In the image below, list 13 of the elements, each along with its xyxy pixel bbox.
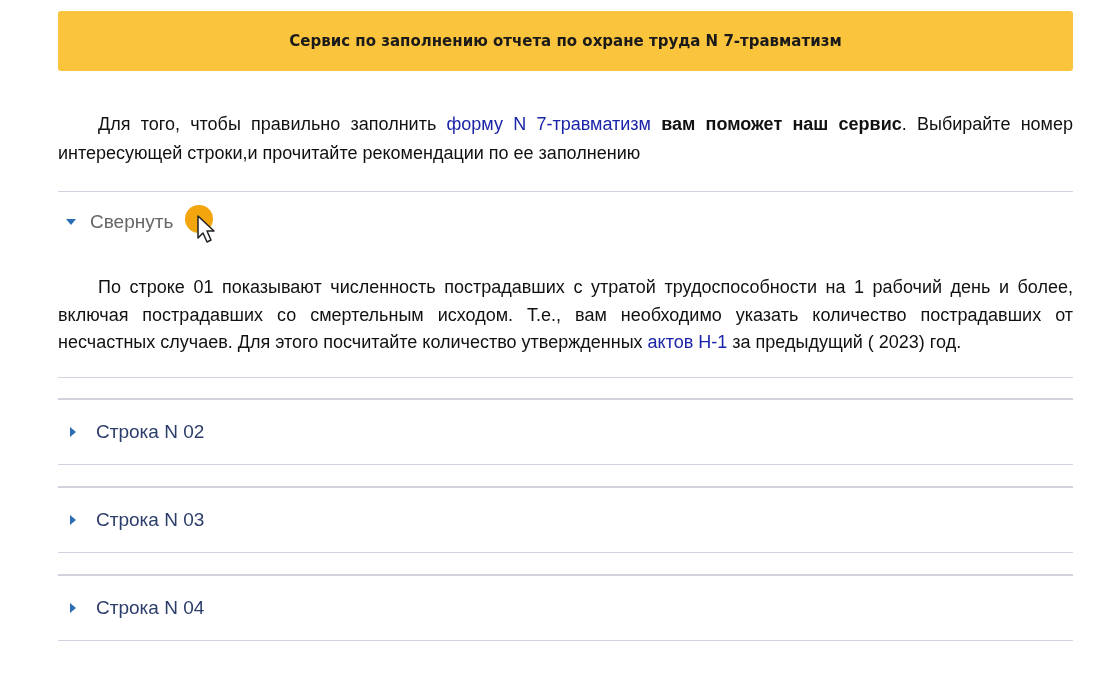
section-paragraph: По строке 01 показывают численность пострадавших с утратой трудоспособности на 1 рабочий день и более, включая пострадавших со смертельным исходом. Т.е., вам необходимо указать количество пострадавших от несчастных случаев. Для этого посчитайте количество утвержденных актов Н-1 за предыдущий ( 2023) год. [58,276,1073,354]
caret-icon [68,426,78,437]
intro-paragraph: Для того, чтобы правильно заполнить форму N 7-травматизм вам поможет наш сервис. Выбирайте номер интересующей строки,и прочитайте рекомендации по ее заполнению [58,113,1073,165]
form-link[interactable]: форму N 7-травматизм [446,114,651,134]
accordion-toggle[interactable]: Строка N 02 [58,399,1073,464]
acts-link[interactable]: актов Н-1 [647,332,728,352]
caret-icon [68,602,78,613]
accordion-toggle[interactable]: Свернуть [58,192,1073,252]
page-title: Сервис по заполнению отчета по охране труда N 7-травматизм [289,32,842,50]
accordion-toggle[interactable]: Строка N 04 [58,575,1073,640]
caret-icon [68,514,78,525]
accordion-toggle[interactable]: Строка N 03 [58,487,1073,552]
caret-icon [66,217,76,227]
